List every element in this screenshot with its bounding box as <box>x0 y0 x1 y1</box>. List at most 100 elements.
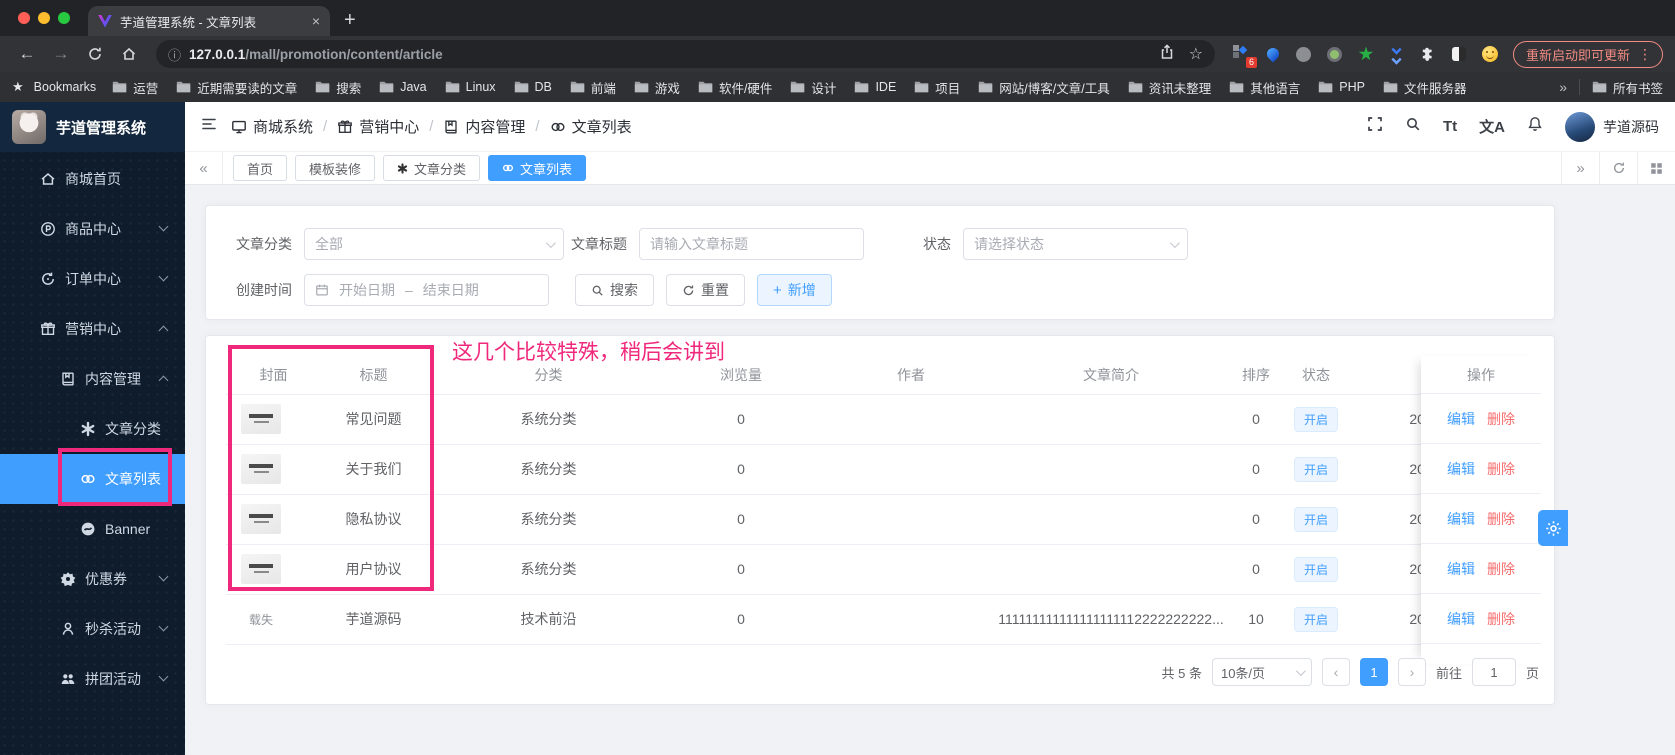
edit-link[interactable]: 编辑 <box>1447 509 1475 529</box>
reset-button[interactable]: 重置 <box>666 274 745 306</box>
sidebar-item-flash-sale[interactable]: 秒杀活动 <box>0 604 185 654</box>
prev-page-button[interactable]: ‹ <box>1321 658 1350 686</box>
breadcrumb-mall-system[interactable]: 商城系统 <box>231 116 313 137</box>
reload-icon[interactable] <box>80 40 110 68</box>
bookmark-folder[interactable]: 前端 <box>570 78 616 97</box>
sidebar-collapse-icon[interactable] <box>201 116 217 137</box>
window-controls[interactable] <box>18 12 70 24</box>
sidebar-item-product-center[interactable]: 商品中心 <box>0 204 185 254</box>
date-range-picker[interactable]: 开始日期 – 结束日期 <box>304 274 549 306</box>
bookmark-folder[interactable]: 搜索 <box>315 78 361 97</box>
breadcrumb-marketing-center[interactable]: 营销中心 <box>337 116 419 137</box>
bookmark-folder[interactable]: 其他语言 <box>1229 78 1300 97</box>
bookmark-folder[interactable]: DB <box>514 80 552 94</box>
all-bookmarks-folder[interactable]: 所有书签 <box>1592 78 1663 97</box>
sidebar-item-order-center[interactable]: 订单中心 <box>0 254 185 304</box>
add-button[interactable]: + 新增 <box>757 274 832 306</box>
edit-link[interactable]: 编辑 <box>1447 459 1475 479</box>
status-select[interactable]: 请选择状态 <box>963 228 1188 260</box>
settings-drawer-button[interactable] <box>1538 510 1568 546</box>
extension-green-circle-icon[interactable] <box>1326 45 1344 63</box>
extension-gray-circle-icon[interactable] <box>1295 45 1313 63</box>
tabs-scroll-right-icon[interactable]: » <box>1561 152 1599 184</box>
sidebar-item-article-list[interactable]: 文章列表 <box>0 454 185 504</box>
tabs-layout-grid-icon[interactable] <box>1637 152 1675 184</box>
bookmark-folder[interactable]: Linux <box>445 80 496 94</box>
address-bar[interactable]: ⓘ 127.0.0.1/mall/promotion/content/artic… <box>156 40 1215 68</box>
profile-avatar-icon[interactable] <box>1481 45 1499 63</box>
sidebar-item-coupon[interactable]: 优惠券 <box>0 554 185 604</box>
bookmarks-root[interactable]: ★ Bookmarks <box>12 79 96 95</box>
bookmark-folder[interactable]: 运营 <box>112 78 158 97</box>
delete-link[interactable]: 删除 <box>1487 409 1515 429</box>
extension-chevrons-icon[interactable] <box>1388 43 1406 65</box>
bookmark-folder[interactable]: 设计 <box>790 78 836 97</box>
edit-link[interactable]: 编辑 <box>1447 609 1475 629</box>
edit-link[interactable]: 编辑 <box>1447 559 1475 579</box>
bookmark-folder[interactable]: 近期需要读的文章 <box>176 78 297 97</box>
restart-update-button[interactable]: 重新启动即可更新 ⋮ <box>1512 40 1663 68</box>
tab-article-category[interactable]: 文章分类 <box>383 155 481 181</box>
bookmark-folder[interactable]: 网站/博客/文章/工具 <box>978 78 1110 97</box>
maximize-window-button[interactable] <box>58 12 70 24</box>
bookmark-folder[interactable]: 项目 <box>914 78 960 97</box>
forward-icon[interactable]: → <box>46 40 76 68</box>
bookmarks-overflow-icon[interactable]: » <box>1559 79 1567 95</box>
delete-link[interactable]: 删除 <box>1487 559 1515 579</box>
site-info-icon[interactable]: ⓘ <box>168 45 181 64</box>
extension-star-icon[interactable] <box>1357 45 1375 63</box>
tabs-refresh-icon[interactable] <box>1599 152 1637 184</box>
breadcrumb-article-list[interactable]: 文章列表 <box>550 116 632 137</box>
bookmark-folder[interactable]: 文件服务器 <box>1383 78 1466 97</box>
bookmark-folder[interactable]: 游戏 <box>634 78 680 97</box>
delete-link[interactable]: 删除 <box>1487 609 1515 629</box>
edit-link[interactable]: 编辑 <box>1447 409 1475 429</box>
back-icon[interactable]: ← <box>12 40 42 68</box>
sidebar-item-group-buy[interactable]: 拼团活动 <box>0 654 185 704</box>
language-icon[interactable]: 文A <box>1479 116 1505 137</box>
bookmark-folder[interactable]: PHP <box>1318 80 1365 94</box>
share-icon[interactable] <box>1159 43 1175 65</box>
app-logo-row[interactable]: 芋道管理系统 <box>0 102 185 152</box>
sidebar-item-article-category[interactable]: 文章分类 <box>0 404 185 454</box>
tab-template-decorate[interactable]: 模板装修 <box>295 155 376 181</box>
extension-drop-icon[interactable] <box>1264 45 1282 63</box>
search-button[interactable]: 搜索 <box>575 274 654 306</box>
page-number-button[interactable]: 1 <box>1359 658 1388 686</box>
browser-menu-icon[interactable]: ⋮ <box>1638 46 1652 63</box>
user-menu[interactable]: 芋道源码 <box>1565 111 1659 142</box>
bookmark-folder[interactable]: IDE <box>854 80 896 94</box>
next-page-button[interactable]: › <box>1397 658 1426 686</box>
sidebar-item-content-management[interactable]: 内容管理 <box>0 354 185 404</box>
search-icon[interactable] <box>1405 116 1421 137</box>
fullscreen-icon[interactable] <box>1367 116 1383 137</box>
tab-home[interactable]: 首页 <box>233 155 288 181</box>
sidebar-item-marketing-center[interactable]: 营销中心 <box>0 304 185 354</box>
extension-split-square-icon[interactable] <box>1450 45 1468 63</box>
new-tab-button[interactable]: + <box>344 9 356 32</box>
sidebar-item-mall-home[interactable]: 商城首页 <box>0 154 185 204</box>
tab-article-list[interactable]: 文章列表 <box>488 155 587 181</box>
extension-grid-icon[interactable]: 6 <box>1232 45 1257 68</box>
category-select[interactable]: 全部 <box>304 228 564 260</box>
bookmark-star-icon[interactable]: ☆ <box>1189 44 1203 64</box>
title-input[interactable] <box>650 236 853 252</box>
delete-link[interactable]: 删除 <box>1487 459 1515 479</box>
bell-icon[interactable] <box>1527 116 1543 137</box>
page-size-select[interactable]: 10条/页 <box>1211 658 1312 686</box>
minimize-window-button[interactable] <box>38 12 50 24</box>
goto-page-input[interactable] <box>1471 658 1516 686</box>
breadcrumb-content-management[interactable]: 内容管理 <box>443 116 525 137</box>
close-window-button[interactable] <box>18 12 30 24</box>
bookmark-folder[interactable]: Java <box>379 80 427 94</box>
browser-tab[interactable]: 芋道管理系统 - 文章列表 × <box>88 6 330 36</box>
bookmark-folder[interactable]: 资讯未整理 <box>1128 78 1211 97</box>
font-size-icon[interactable]: Tt <box>1443 118 1457 135</box>
sidebar-item-banner[interactable]: Banner <box>0 504 185 554</box>
extensions-puzzle-icon[interactable] <box>1419 45 1437 63</box>
home-icon[interactable] <box>114 40 144 68</box>
delete-link[interactable]: 删除 <box>1487 509 1515 529</box>
bookmark-folder[interactable]: 软件/硬件 <box>698 78 772 97</box>
tabs-scroll-left-icon[interactable]: « <box>185 152 223 184</box>
tab-close-icon[interactable]: × <box>312 13 320 29</box>
